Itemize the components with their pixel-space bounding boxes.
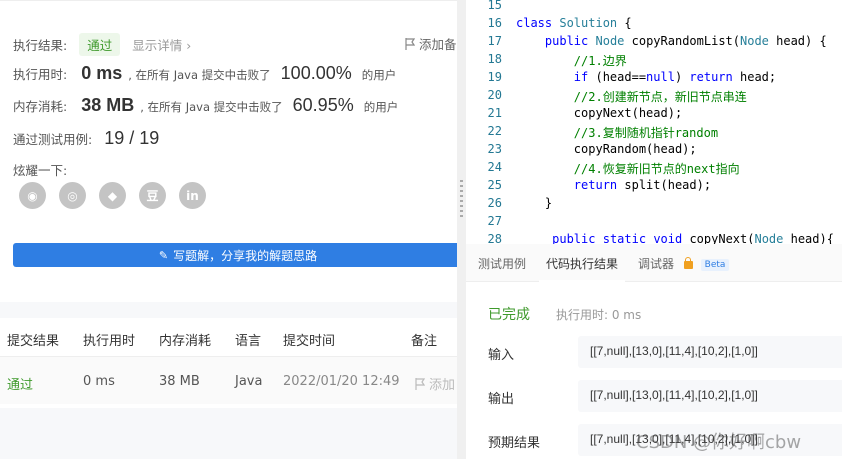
memory-pct: 60.95% xyxy=(292,95,354,115)
debugger-label: 调试器 xyxy=(638,257,675,271)
header-runtime: 执行用时 xyxy=(83,334,136,349)
add-note-label: 添加备 xyxy=(419,37,457,52)
line-number: 15 xyxy=(487,0,502,12)
tests-label: 通过测试用例: xyxy=(13,132,93,147)
submission-panel: 执行结果: 通过 显示详情 › 添加备 执行用时: 0 ms , 在所有 Jav… xyxy=(0,0,457,459)
code-line: public Node copyRandomList(Node head) { xyxy=(544,34,827,48)
code-line: } xyxy=(516,196,553,210)
header-result: 提交结果 xyxy=(7,334,60,349)
divider xyxy=(0,302,457,318)
qq-icon[interactable]: ◆ xyxy=(99,182,126,209)
pane-splitter[interactable] xyxy=(457,0,466,459)
code-line: if (head==null) return head; xyxy=(573,70,777,84)
memory-label: 内存消耗: xyxy=(13,99,68,114)
submissions-table: 提交结果 执行用时 内存消耗 语言 提交时间 备注 通过 0 ms 38 MB … xyxy=(0,318,457,408)
result-card: 执行结果: 通过 显示详情 › 添加备 执行用时: 0 ms , 在所有 Jav… xyxy=(0,0,457,302)
wechat-icon[interactable]: ◉ xyxy=(19,182,46,209)
memory-text: , 在所有 Java 提交中击败了 xyxy=(140,100,283,114)
add-note-button[interactable]: 添加备 xyxy=(405,34,457,53)
row-add-note-label: 添加 xyxy=(429,378,456,393)
expected-label: 预期结果 xyxy=(488,436,541,451)
code-line: copyRandom(head); xyxy=(516,142,697,156)
input-value: [[7,null],[13,0],[11,4],[10,2],[1,0]] xyxy=(578,336,842,368)
watermark: CSDN @你好啊cbw xyxy=(636,432,802,453)
lock-icon xyxy=(683,256,693,269)
runtime-pct: 100.00% xyxy=(280,63,352,83)
write-solution-label: 写题解，分享我的解题思路 xyxy=(173,248,318,263)
row-add-note[interactable]: 添加 xyxy=(415,374,455,393)
code-line: //4.恢复新旧节点的next指向 xyxy=(573,162,740,176)
code-line: copyNext(head); xyxy=(516,106,683,120)
runtime-label: 执行用时: xyxy=(13,67,68,82)
douban-icon[interactable]: 豆 xyxy=(139,182,166,209)
header-note: 备注 xyxy=(411,334,438,349)
runtime-suffix: 的用户 xyxy=(361,68,397,82)
tab-test-case[interactable]: 测试用例 xyxy=(478,255,526,272)
line-number: 27 xyxy=(487,214,502,228)
output-label: 输出 xyxy=(488,392,515,407)
console-tabs: 测试用例 代码执行结果 调试器 Beta xyxy=(466,244,842,282)
header-language: 语言 xyxy=(235,334,262,349)
line-number: 19 xyxy=(487,70,502,84)
memory-value: 38 MB xyxy=(81,95,135,115)
code-line: class Solution { xyxy=(516,16,632,30)
linkedin-icon[interactable]: in xyxy=(179,182,206,209)
code-line: //2.创建新节点，新旧节点串连 xyxy=(573,90,747,104)
row-result[interactable]: 通过 xyxy=(7,374,33,393)
row-runtime: 0 ms xyxy=(83,374,115,389)
runtime-text: , 在所有 Java 提交中击败了 xyxy=(128,68,271,82)
line-number: 22 xyxy=(487,124,502,138)
code-line: return split(head); xyxy=(573,178,712,192)
line-number: 20 xyxy=(487,88,502,102)
write-solution-button[interactable]: ✎ 写题解，分享我的解题思路 xyxy=(13,243,457,267)
flag-icon xyxy=(415,377,425,390)
output-value: [[7,null],[13,0],[11,4],[10,2],[1,0]] xyxy=(578,380,842,412)
run-status: 已完成 xyxy=(488,307,530,323)
run-exec-time: 执行用时: 0 ms xyxy=(556,308,642,322)
bottom-spacer xyxy=(0,408,457,459)
input-label: 输入 xyxy=(488,348,515,363)
show-details-link[interactable]: 显示详情 › xyxy=(132,35,191,54)
pencil-icon: ✎ xyxy=(158,248,169,262)
line-number: 24 xyxy=(487,160,502,174)
header-submit-time: 提交时间 xyxy=(283,334,336,349)
row-submit-time: 2022/01/20 12:49 xyxy=(283,374,400,389)
line-number: 16 xyxy=(487,16,502,30)
line-number: 28 xyxy=(487,232,502,244)
share-icons: ◉ ◎ ◆ 豆 in xyxy=(19,182,206,209)
tab-run-result[interactable]: 代码执行结果 xyxy=(546,255,618,272)
line-number: 23 xyxy=(487,142,502,156)
line-number: 26 xyxy=(487,196,502,210)
share-row: 炫耀一下: xyxy=(13,160,67,179)
pass-badge: 通过 xyxy=(79,33,121,56)
tests-row: 通过测试用例: 19 / 19 xyxy=(13,128,159,149)
code-line: public static void copyNext(Node head){ xyxy=(552,232,834,244)
header-memory: 内存消耗 xyxy=(159,334,212,349)
result-label: 执行结果: xyxy=(13,38,68,53)
line-number: 25 xyxy=(487,178,502,192)
row-memory: 38 MB xyxy=(159,374,200,389)
result-row: 执行结果: 通过 显示详情 › xyxy=(13,33,191,56)
code-line: //1.边界 xyxy=(573,54,627,68)
memory-suffix: 的用户 xyxy=(363,100,399,114)
code-line: //3.复制随机指针random xyxy=(573,126,719,140)
memory-row: 内存消耗: 38 MB , 在所有 Java 提交中击败了 60.95% 的用户 xyxy=(13,95,398,116)
line-number: 18 xyxy=(487,52,502,66)
runtime-row: 执行用时: 0 ms , 在所有 Java 提交中击败了 100.00% 的用户 xyxy=(13,63,396,84)
row-language: Java xyxy=(235,374,263,389)
flag-icon xyxy=(405,37,415,50)
drag-handle-icon xyxy=(460,180,463,220)
tab-debugger[interactable]: 调试器 Beta xyxy=(638,255,730,272)
runtime-value: 0 ms xyxy=(81,63,123,83)
line-number: 17 xyxy=(487,34,502,48)
code-editor[interactable]: 15 16 class Solution { 17 public Node copyR… xyxy=(466,0,842,244)
tests-value: 19 / 19 xyxy=(104,128,160,148)
share-label: 炫耀一下: xyxy=(13,163,68,178)
line-number: 21 xyxy=(487,106,502,120)
beta-badge: Beta xyxy=(700,258,730,271)
weibo-icon[interactable]: ◎ xyxy=(59,182,86,209)
